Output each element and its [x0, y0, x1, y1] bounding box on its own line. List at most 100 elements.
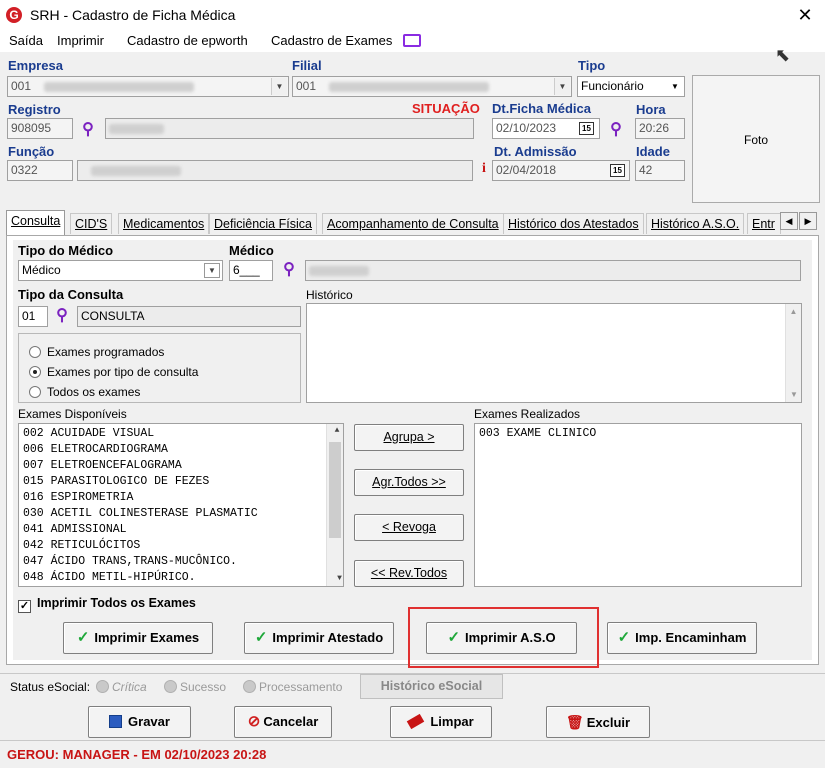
- tab-acompanhamento[interactable]: Acompanhamento de Consulta: [322, 213, 504, 234]
- tipo-value: Funcionário: [581, 79, 644, 93]
- tipo-consulta-code-field[interactable]: 01: [18, 306, 48, 327]
- search-icon[interactable]: ⚲: [78, 119, 98, 139]
- menu-cadastro-epworth[interactable]: Cadastro de epworth: [127, 33, 248, 48]
- tipo-consulta-label: Tipo da Consulta: [18, 287, 124, 302]
- funcao-field[interactable]: 0322: [7, 160, 73, 181]
- foto-label: Foto: [743, 133, 768, 147]
- list-item[interactable]: 003 EXAME CLINICO: [475, 426, 801, 442]
- tab-historico-aso[interactable]: Histórico A.S.O.: [646, 213, 745, 234]
- list-item[interactable]: 006 ELETROCARDIOGRAMA: [19, 442, 343, 458]
- search-icon[interactable]: ⚲: [606, 119, 626, 139]
- chevron-down-icon[interactable]: ▼: [204, 263, 220, 278]
- filial-code: 001: [296, 79, 317, 93]
- registro-name-field: [105, 118, 474, 139]
- gravar-button[interactable]: Gravar: [88, 706, 191, 738]
- radio-todos-exames[interactable]: Todos os exames: [29, 385, 140, 399]
- filial-combo[interactable]: 001 ▼: [292, 76, 572, 97]
- monitor-icon[interactable]: [403, 34, 421, 47]
- exames-disponiveis-list[interactable]: 002 ACUIDADE VISUAL 006 ELETROCARDIOGRAMA…: [18, 423, 344, 587]
- list-item[interactable]: 016 ESPIROMETRIA: [19, 490, 343, 506]
- historico-scrollbar[interactable]: ▲ ▼: [785, 304, 801, 402]
- excluir-button[interactable]: 🗑 Excluir: [546, 706, 650, 738]
- menu-cadastro-exames[interactable]: Cadastro de Exames: [271, 33, 392, 48]
- photo-box[interactable]: Foto: [692, 75, 820, 203]
- list-item[interactable]: 015 PARASITOLOGICO DE FEZES: [19, 474, 343, 490]
- search-icon[interactable]: ⚲: [52, 305, 72, 325]
- empresa-name-redacted: [44, 81, 195, 92]
- chevron-down-icon[interactable]: ▼: [554, 78, 570, 95]
- tab-scroll-left-icon[interactable]: ◀: [780, 212, 798, 230]
- cancelar-button[interactable]: ⊘ Cancelar: [234, 706, 332, 738]
- tab-cids[interactable]: CID'S: [70, 213, 113, 234]
- medico-field[interactable]: 6___: [229, 260, 273, 281]
- agrupa-button[interactable]: Agrupa >: [354, 424, 464, 451]
- info-icon[interactable]: i: [477, 161, 491, 180]
- historico-textarea[interactable]: ▲ ▼: [306, 303, 802, 403]
- imprimir-atestado-button[interactable]: ✓ Imprimir Atestado: [244, 622, 394, 654]
- tab-historico-atestados[interactable]: Histórico dos Atestados: [503, 213, 644, 234]
- radio-exames-por-tipo[interactable]: Exames por tipo de consulta: [29, 365, 198, 379]
- esocial-sucesso: Sucesso: [164, 680, 226, 694]
- scroll-down-icon[interactable]: ▼: [331, 572, 348, 586]
- tab-consulta[interactable]: Consulta: [6, 210, 66, 235]
- funcao-label: Função: [8, 144, 55, 159]
- list-item[interactable]: 048 ÁCIDO METIL-HIPÚRICO.: [19, 570, 343, 586]
- registro-field[interactable]: 908095: [7, 118, 73, 139]
- imprimir-todos-checkbox[interactable]: ✓ Imprimir Todos os Exames: [18, 596, 196, 613]
- imprimir-exames-button[interactable]: ✓ Imprimir Exames: [63, 622, 213, 654]
- list-item[interactable]: 042 RETICULÓCITOS: [19, 538, 343, 554]
- tab-entr[interactable]: Entr: [747, 213, 781, 234]
- dt-admissao-label: Dt. Admissão: [494, 144, 577, 159]
- menu-imprimir[interactable]: Imprimir: [57, 33, 104, 48]
- radio-exames-programados[interactable]: Exames programados: [29, 345, 164, 359]
- list-item[interactable]: 047 ÁCIDO TRANS,TRANS-MUCÔNICO.: [19, 554, 343, 570]
- tab-deficiencia-fisica[interactable]: Deficiência Física: [209, 213, 317, 234]
- rev-todos-button[interactable]: << Rev.Todos: [354, 560, 464, 587]
- historico-esocial-button[interactable]: Histórico eSocial: [360, 674, 503, 699]
- search-icon[interactable]: ⚲: [279, 259, 299, 279]
- list-item[interactable]: 007 ELETROENCEFALOGRAMA: [19, 458, 343, 474]
- scroll-thumb[interactable]: [329, 442, 341, 538]
- checkbox-checked-icon[interactable]: ✓: [18, 600, 31, 613]
- button-label: Gravar: [128, 714, 170, 729]
- agr-todos-button[interactable]: Agr.Todos >>: [354, 469, 464, 496]
- scroll-up-icon[interactable]: ▲: [786, 307, 801, 316]
- tipo-combo[interactable]: Funcionário ▼: [577, 76, 685, 97]
- button-label: Imprimir Exames: [94, 630, 200, 645]
- chevron-down-icon[interactable]: ▼: [271, 78, 287, 95]
- status-dot-icon: [243, 680, 256, 693]
- close-icon[interactable]: ✕: [790, 2, 820, 28]
- list-item[interactable]: 041 ADMISSIONAL: [19, 522, 343, 538]
- checkbox-label: Imprimir Todos os Exames: [37, 596, 196, 610]
- calendar-icon[interactable]: 15: [579, 122, 594, 135]
- dt-ficha-label: Dt.Ficha Médica: [492, 101, 591, 116]
- disponiveis-scrollbar[interactable]: ▲ ▼: [326, 424, 343, 586]
- scroll-down-icon[interactable]: ▼: [786, 390, 802, 399]
- tipo-consulta-name-field: CONSULTA: [77, 306, 301, 327]
- chevron-down-icon[interactable]: ▼: [667, 78, 683, 95]
- idade-field[interactable]: 42: [635, 160, 685, 181]
- status-dot-icon: [164, 680, 177, 693]
- revoga-button[interactable]: < Revoga: [354, 514, 464, 541]
- menu-saida[interactable]: Saída: [9, 33, 43, 48]
- exames-realizados-list[interactable]: 003 EXAME CLINICO: [474, 423, 802, 587]
- radio-button[interactable]: [29, 346, 41, 358]
- list-item[interactable]: 030 ACETIL COLINESTERASE PLASMATIC: [19, 506, 343, 522]
- imp-encaminham-button[interactable]: ✓ Imp. Encaminham: [607, 622, 757, 654]
- tipo-medico-combo[interactable]: Médico ▼: [18, 260, 223, 281]
- empresa-label: Empresa: [8, 58, 63, 73]
- list-item[interactable]: 002 ACUIDADE VISUAL: [19, 426, 343, 442]
- limpar-button[interactable]: Limpar: [390, 706, 492, 738]
- tab-medicamentos[interactable]: Medicamentos: [118, 213, 210, 234]
- checkmark-icon: ✓: [254, 629, 268, 646]
- scroll-up-icon[interactable]: ▲: [331, 424, 343, 438]
- radio-button[interactable]: [29, 366, 41, 378]
- checkmark-icon: ✓: [76, 629, 90, 646]
- calendar-icon[interactable]: 15: [610, 164, 625, 177]
- empresa-combo[interactable]: 001 ▼: [7, 76, 289, 97]
- save-icon: [109, 715, 123, 728]
- button-label: Imp. Encaminham: [635, 630, 747, 645]
- tab-scroll-right-icon[interactable]: ▶: [799, 212, 817, 230]
- hora-field[interactable]: 20:26: [635, 118, 685, 139]
- radio-button[interactable]: [29, 386, 41, 398]
